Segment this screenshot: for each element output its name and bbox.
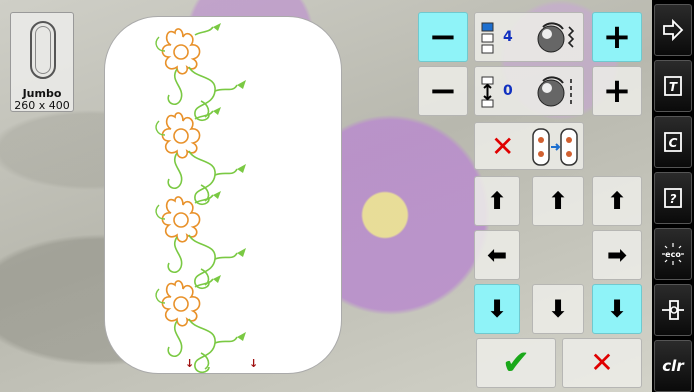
enter-button[interactable] bbox=[654, 4, 692, 56]
decrease-spacing-button[interactable]: − bbox=[418, 66, 468, 116]
text-file-icon: T bbox=[664, 76, 682, 96]
arrow-up-icon: ⬆ bbox=[486, 187, 508, 215]
thread-spool-icon bbox=[662, 300, 684, 320]
plus-icon: + bbox=[602, 71, 632, 111]
move-down-right-button[interactable]: ⬇ bbox=[592, 284, 642, 334]
end-point-marker: ↓ bbox=[249, 357, 259, 370]
c-file-button[interactable]: C bbox=[654, 116, 692, 168]
svg-text:eco: eco bbox=[665, 250, 681, 259]
move-left-button[interactable]: ⬅ bbox=[474, 230, 520, 280]
right-toolbar: T C ? eco clr bbox=[652, 0, 694, 392]
c-file-icon: C bbox=[664, 132, 682, 152]
svg-text:T: T bbox=[669, 80, 678, 94]
checkmark-icon: ✔ bbox=[501, 343, 531, 383]
thread-button[interactable] bbox=[654, 284, 692, 336]
confirm-button[interactable]: ✔ bbox=[476, 338, 556, 388]
single-rotate-icon bbox=[537, 76, 572, 107]
increase-repeat-button[interactable]: + bbox=[592, 12, 642, 62]
svg-text:?: ? bbox=[670, 192, 677, 206]
clr-icon: clr bbox=[662, 357, 684, 375]
plus-icon: + bbox=[602, 17, 632, 57]
clear-button[interactable]: clr bbox=[654, 340, 692, 392]
arrow-down-icon: ⬇ bbox=[486, 295, 508, 323]
hoop-selector[interactable]: Jumbo 260 x 400 bbox=[10, 12, 74, 112]
hoop-size: 260 x 400 bbox=[14, 99, 70, 112]
move-up-right-button[interactable]: ⬆ bbox=[592, 176, 642, 226]
eco-icon: eco bbox=[662, 243, 684, 265]
spacing-panel[interactable]: 0 bbox=[474, 66, 584, 116]
text-file-button[interactable]: T bbox=[654, 60, 692, 112]
motif-design bbox=[155, 22, 247, 373]
arrow-down-icon: ⬇ bbox=[606, 295, 628, 323]
minus-icon: − bbox=[428, 71, 458, 111]
repeat-count-value: 4 bbox=[503, 29, 513, 45]
move-down-left-button[interactable]: ⬇ bbox=[474, 284, 520, 334]
svg-text:C: C bbox=[669, 136, 678, 150]
eco-button[interactable]: eco bbox=[654, 228, 692, 280]
spacing-value: 0 bbox=[503, 83, 513, 99]
minus-icon: − bbox=[428, 17, 458, 57]
end-point-marker: ↓ bbox=[185, 357, 195, 370]
delete-repeat-button[interactable]: ✕ bbox=[474, 122, 584, 170]
duplicate-design-icon bbox=[532, 128, 578, 166]
repeat-count-panel[interactable]: 4 bbox=[474, 12, 584, 62]
embroidery-field[interactable]: ↓ ↓ bbox=[104, 16, 342, 374]
cancel-x-icon: ✕ bbox=[590, 346, 614, 379]
decrease-repeat-button[interactable]: − bbox=[418, 12, 468, 62]
stack-icon bbox=[481, 22, 494, 54]
arrow-up-icon: ⬆ bbox=[606, 187, 628, 215]
arrow-right-icon: ➡ bbox=[606, 241, 628, 269]
help-file-icon: ? bbox=[664, 188, 682, 208]
move-up-left-button[interactable]: ⬆ bbox=[474, 176, 520, 226]
arrow-down-icon: ⬇ bbox=[547, 295, 569, 323]
multi-rotate-icon bbox=[537, 22, 575, 53]
hoop-icon bbox=[30, 21, 56, 79]
arrow-up-icon: ⬆ bbox=[547, 187, 569, 215]
arrow-left-icon: ⬅ bbox=[486, 241, 508, 269]
cancel-button[interactable]: ✕ bbox=[562, 338, 642, 388]
spacing-icon bbox=[481, 76, 494, 108]
cancel-x-icon: ✕ bbox=[491, 130, 515, 163]
move-down-button[interactable]: ⬇ bbox=[532, 284, 584, 334]
move-right-button[interactable]: ➡ bbox=[592, 230, 642, 280]
embroidery-edit-screen: Jumbo 260 x 400 ↓ ↓ − 4 + − 0 + ✕ ⬆ ⬆ ⬆ … bbox=[0, 0, 694, 392]
move-up-button[interactable]: ⬆ bbox=[532, 176, 584, 226]
increase-spacing-button[interactable]: + bbox=[592, 66, 642, 116]
enter-arrow-icon bbox=[663, 18, 684, 42]
help-button[interactable]: ? bbox=[654, 172, 692, 224]
